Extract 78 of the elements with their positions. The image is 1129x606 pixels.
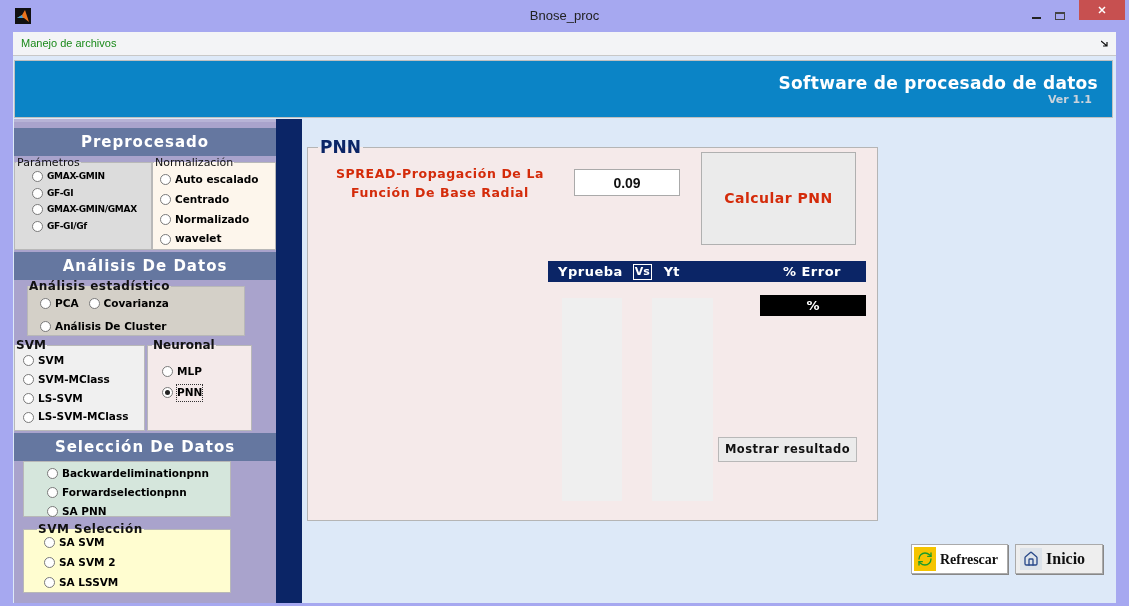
radio-button[interactable] — [23, 392, 34, 404]
radio-label: GF-GI — [47, 186, 74, 200]
radio-label: wavelet — [175, 231, 222, 247]
radio-button[interactable] — [160, 174, 171, 186]
radio-label: Análisis De Cluster — [55, 318, 167, 334]
radio-button[interactable] — [40, 321, 51, 333]
radio-label: Centrado — [175, 191, 230, 207]
radio-label: SA PNN — [62, 503, 107, 519]
radio-button[interactable] — [47, 468, 58, 480]
radio-button[interactable] — [23, 374, 34, 386]
refresh-icon — [914, 547, 936, 571]
radio-label: PNN — [177, 384, 203, 401]
radio-button[interactable] — [160, 194, 171, 206]
radio-label: SA SVM 2 — [59, 554, 116, 570]
group-legend: SVM Selección — [37, 523, 144, 535]
radio-button[interactable] — [88, 298, 100, 310]
spread-label: SPREAD-Propagación De La Función De Base Radial — [335, 165, 545, 202]
close-button[interactable] — [1079, 0, 1125, 20]
calculate-button[interactable]: Calcular PNN — [701, 152, 856, 245]
banner-title: Software de procesado de datos — [778, 72, 1098, 93]
app-logo-icon — [15, 8, 31, 24]
group-legend: Parámetros — [16, 157, 81, 168]
section-header: Análisis De Datos — [14, 252, 276, 280]
spread-input[interactable]: 0.09 — [574, 169, 680, 196]
panel-legend: PNN — [318, 139, 363, 156]
radio-button[interactable] — [40, 298, 51, 310]
group-legend: Normalización — [154, 157, 235, 168]
section-header: Preprocesado — [14, 128, 276, 156]
radio-button[interactable] — [44, 576, 55, 588]
header-label: % Error — [782, 262, 841, 281]
group-legend: Neuronal — [152, 339, 216, 351]
radio-button[interactable] — [47, 505, 58, 517]
header-label: Yprueba — [558, 262, 623, 281]
header-label: Yt — [663, 262, 680, 281]
radio-label: GF-GI/Gf — [47, 219, 87, 233]
menu-item[interactable]: Manejo de archivos — [21, 35, 117, 52]
radio-button[interactable] — [32, 187, 43, 199]
radio-button[interactable] — [44, 537, 55, 549]
radio-button[interactable] — [32, 220, 43, 232]
radio-label: MLP — [177, 364, 202, 379]
radio-label: PCA — [55, 296, 79, 311]
error-field: % — [760, 295, 866, 316]
section-header: Selección De Datos — [14, 433, 276, 461]
radio-label: LS-SVM-MClass — [38, 409, 129, 425]
radio-button[interactable] — [47, 487, 58, 499]
radio-label: Forwardselectionpnn — [62, 484, 187, 500]
radio-label: Backwardeliminationpnn — [62, 466, 209, 481]
close-icon — [1098, 6, 1106, 14]
arrow-icon[interactable] — [1101, 40, 1108, 47]
radio-button[interactable] — [160, 233, 171, 245]
radio-button[interactable] — [44, 557, 55, 569]
radio-label: GMAX-GMIN/GMAX — [47, 203, 137, 216]
radio-button[interactable] — [160, 213, 171, 225]
home-button[interactable]: Inicio — [1015, 544, 1103, 574]
show-result-button[interactable]: Mostrar resultado — [718, 437, 857, 462]
radio-label: SVM — [38, 353, 65, 368]
radio-button[interactable] — [32, 204, 43, 216]
radio-button[interactable] — [23, 355, 34, 367]
group-legend: SVM — [15, 339, 47, 351]
home-icon — [1020, 548, 1042, 570]
radio-button[interactable] — [23, 411, 34, 423]
version-label: Ver 1.1 — [1047, 92, 1092, 106]
radio-label: LS-SVM — [38, 390, 83, 406]
radio-label: Covarianza — [103, 296, 169, 311]
radio-button[interactable] — [162, 366, 173, 378]
radio-label: Auto escalado — [175, 172, 259, 187]
radio-label: Normalizado — [175, 211, 250, 227]
radio-label: SA LSSVM — [59, 574, 119, 590]
window-title: Bnose_proc — [529, 7, 600, 26]
vs-label: Vs — [632, 263, 652, 280]
radio-button[interactable] — [32, 171, 43, 183]
radio-label: SA SVM — [59, 535, 105, 550]
radio-button[interactable] — [162, 387, 173, 399]
radio-label: SVM-MClass — [38, 371, 110, 387]
radio-label: GMAX-GMIN — [47, 170, 105, 183]
group-legend: Análisis estadístico — [28, 280, 171, 292]
refresh-button[interactable]: Refrescar — [911, 544, 1008, 574]
maximize-icon[interactable] — [1055, 12, 1065, 20]
